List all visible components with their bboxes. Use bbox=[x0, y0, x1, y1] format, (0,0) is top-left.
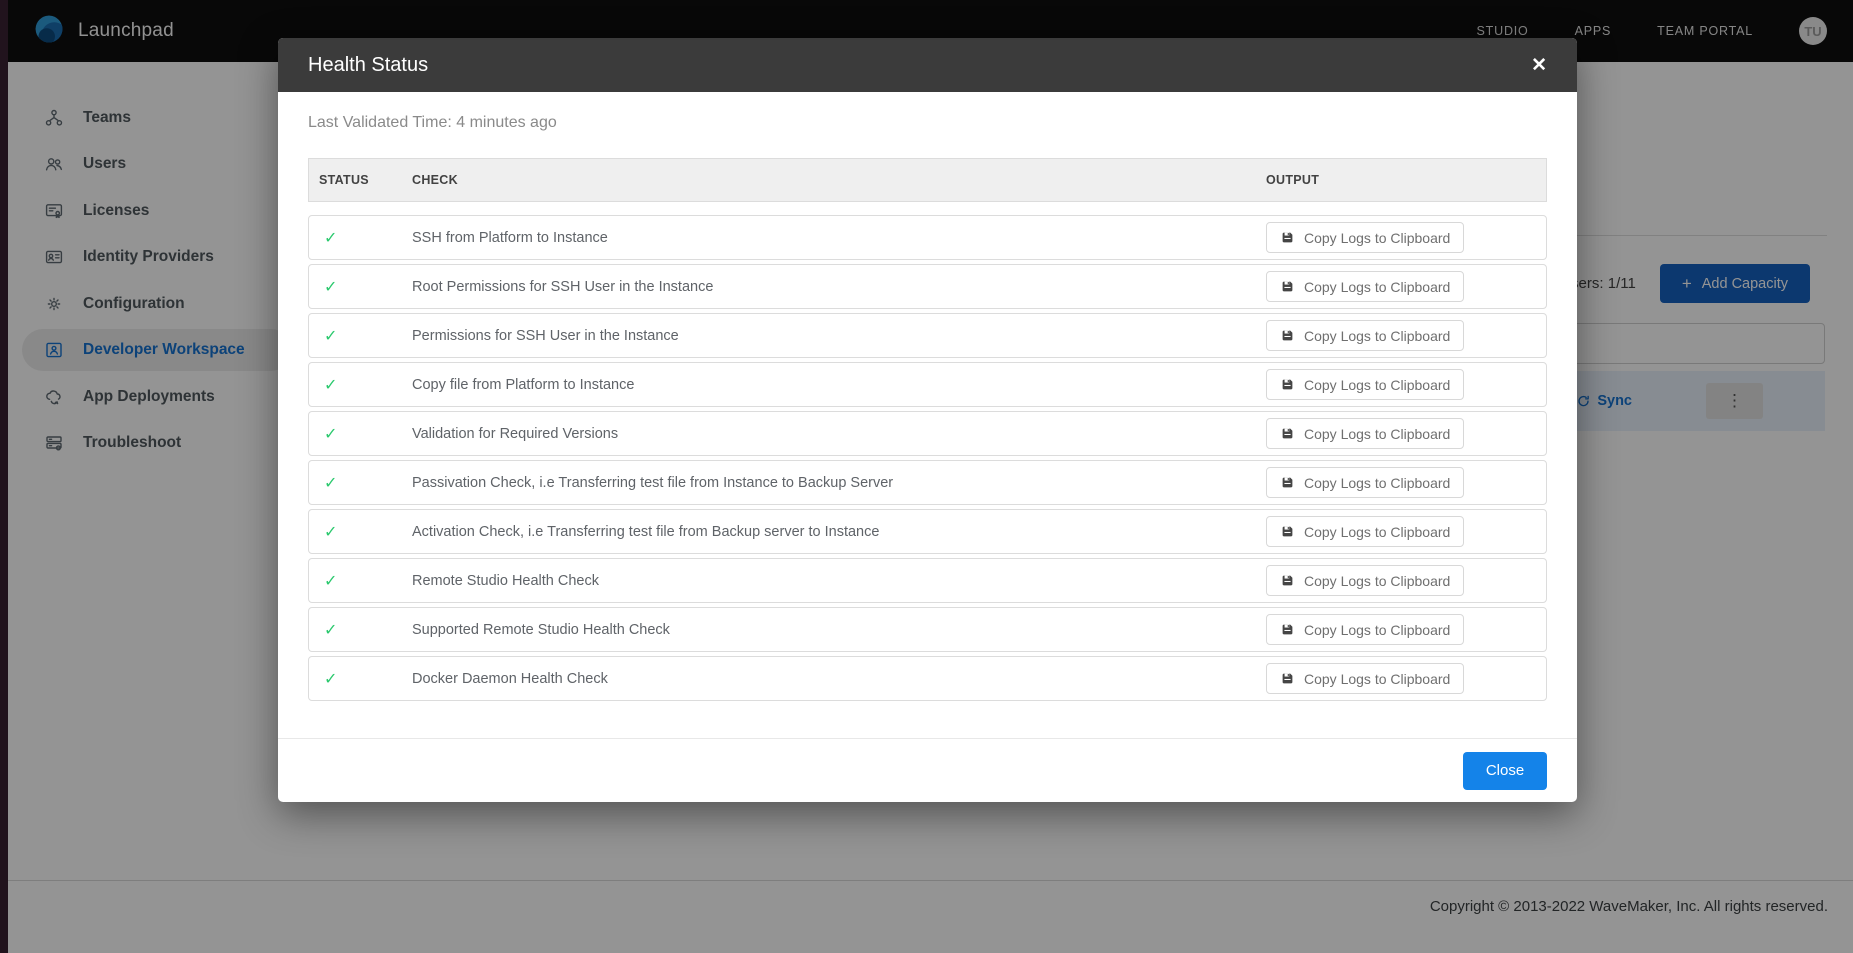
close-icon[interactable]: ✕ bbox=[1531, 56, 1547, 75]
copy-logs-label: Copy Logs to Clipboard bbox=[1304, 377, 1450, 393]
save-icon bbox=[1280, 279, 1295, 294]
screen: Launchpad STUDIOAPPSTEAM PORTAL TU Teams… bbox=[0, 0, 1853, 953]
copy-logs-label: Copy Logs to Clipboard bbox=[1304, 671, 1450, 687]
status-check-icon: ✓ bbox=[319, 375, 412, 395]
copy-logs-button[interactable]: Copy Logs to Clipboard bbox=[1266, 663, 1464, 694]
copy-logs-label: Copy Logs to Clipboard bbox=[1304, 230, 1450, 246]
health-check-row: ✓Root Permissions for SSH User in the In… bbox=[308, 264, 1547, 309]
copy-logs-button[interactable]: Copy Logs to Clipboard bbox=[1266, 222, 1464, 253]
health-check-row: ✓Supported Remote Studio Health Check Cop… bbox=[308, 607, 1547, 652]
health-check-row: ✓Docker Daemon Health Check Copy Logs to … bbox=[308, 656, 1547, 701]
save-icon bbox=[1280, 573, 1295, 588]
save-icon bbox=[1280, 622, 1295, 637]
copy-logs-label: Copy Logs to Clipboard bbox=[1304, 622, 1450, 638]
check-name: Passivation Check, i.e Transferring test… bbox=[412, 475, 1266, 491]
status-check-icon: ✓ bbox=[319, 620, 412, 640]
check-name: Activation Check, i.e Transferring test … bbox=[412, 524, 1266, 540]
check-name: Validation for Required Versions bbox=[412, 426, 1266, 442]
copy-logs-button[interactable]: Copy Logs to Clipboard bbox=[1266, 467, 1464, 498]
health-check-row: ✓Permissions for SSH User in the Instanc… bbox=[308, 313, 1547, 358]
save-icon bbox=[1280, 377, 1295, 392]
copy-logs-button[interactable]: Copy Logs to Clipboard bbox=[1266, 369, 1464, 400]
modal-header: Health Status ✕ bbox=[278, 38, 1577, 92]
status-check-icon: ✓ bbox=[319, 669, 412, 689]
health-check-row: ✓Validation for Required Versions Copy Lo… bbox=[308, 411, 1547, 456]
status-check-icon: ✓ bbox=[319, 228, 412, 248]
copy-logs-label: Copy Logs to Clipboard bbox=[1304, 426, 1450, 442]
status-check-icon: ✓ bbox=[319, 473, 412, 493]
health-status-modal: Health Status ✕ Last Validated Time: 4 m… bbox=[278, 38, 1577, 802]
copy-logs-button[interactable]: Copy Logs to Clipboard bbox=[1266, 516, 1464, 547]
health-check-row: ✓Passivation Check, i.e Transferring tes… bbox=[308, 460, 1547, 505]
status-check-icon: ✓ bbox=[319, 571, 412, 591]
table-header: STATUS CHECK OUTPUT bbox=[308, 158, 1547, 202]
check-name: Permissions for SSH User in the Instance bbox=[412, 328, 1266, 344]
health-check-row: ✓Copy file from Platform to Instance Copy… bbox=[308, 362, 1547, 407]
copy-logs-button[interactable]: Copy Logs to Clipboard bbox=[1266, 614, 1464, 645]
save-icon bbox=[1280, 426, 1295, 441]
status-check-icon: ✓ bbox=[319, 522, 412, 542]
status-check-icon: ✓ bbox=[319, 326, 412, 346]
check-name: Copy file from Platform to Instance bbox=[412, 377, 1266, 393]
health-check-row: ✓Remote Studio Health Check Copy Logs to … bbox=[308, 558, 1547, 603]
check-name: Remote Studio Health Check bbox=[412, 573, 1266, 589]
copy-logs-button[interactable]: Copy Logs to Clipboard bbox=[1266, 565, 1464, 596]
column-status: STATUS bbox=[319, 173, 412, 187]
copy-logs-button[interactable]: Copy Logs to Clipboard bbox=[1266, 320, 1464, 351]
copy-logs-label: Copy Logs to Clipboard bbox=[1304, 475, 1450, 491]
column-check: CHECK bbox=[412, 173, 1266, 187]
copy-logs-label: Copy Logs to Clipboard bbox=[1304, 279, 1450, 295]
check-name: Supported Remote Studio Health Check bbox=[412, 622, 1266, 638]
check-name: Root Permissions for SSH User in the Ins… bbox=[412, 279, 1266, 295]
health-checks-table: STATUS CHECK OUTPUT ✓SSH from Platform t… bbox=[308, 158, 1547, 701]
copy-logs-button[interactable]: Copy Logs to Clipboard bbox=[1266, 271, 1464, 302]
health-check-row: ✓Activation Check, i.e Transferring test… bbox=[308, 509, 1547, 554]
modal-footer: Close bbox=[278, 738, 1577, 802]
copy-logs-label: Copy Logs to Clipboard bbox=[1304, 328, 1450, 344]
check-name: SSH from Platform to Instance bbox=[412, 230, 1266, 246]
health-check-row: ✓SSH from Platform to Instance Copy Logs … bbox=[308, 215, 1547, 260]
save-icon bbox=[1280, 524, 1295, 539]
modal-body: Last Validated Time: 4 minutes ago STATU… bbox=[278, 114, 1577, 701]
save-icon bbox=[1280, 671, 1295, 686]
column-output: OUTPUT bbox=[1266, 173, 1546, 187]
copy-logs-label: Copy Logs to Clipboard bbox=[1304, 573, 1450, 589]
status-check-icon: ✓ bbox=[319, 277, 412, 297]
status-check-icon: ✓ bbox=[319, 424, 412, 444]
close-button[interactable]: Close bbox=[1463, 752, 1547, 790]
save-icon bbox=[1280, 328, 1295, 343]
copy-logs-label: Copy Logs to Clipboard bbox=[1304, 524, 1450, 540]
save-icon bbox=[1280, 475, 1295, 490]
last-validated-time: Last Validated Time: 4 minutes ago bbox=[308, 114, 1547, 132]
check-name: Docker Daemon Health Check bbox=[412, 671, 1266, 687]
copy-logs-button[interactable]: Copy Logs to Clipboard bbox=[1266, 418, 1464, 449]
save-icon bbox=[1280, 230, 1295, 245]
modal-title: Health Status bbox=[308, 54, 428, 77]
